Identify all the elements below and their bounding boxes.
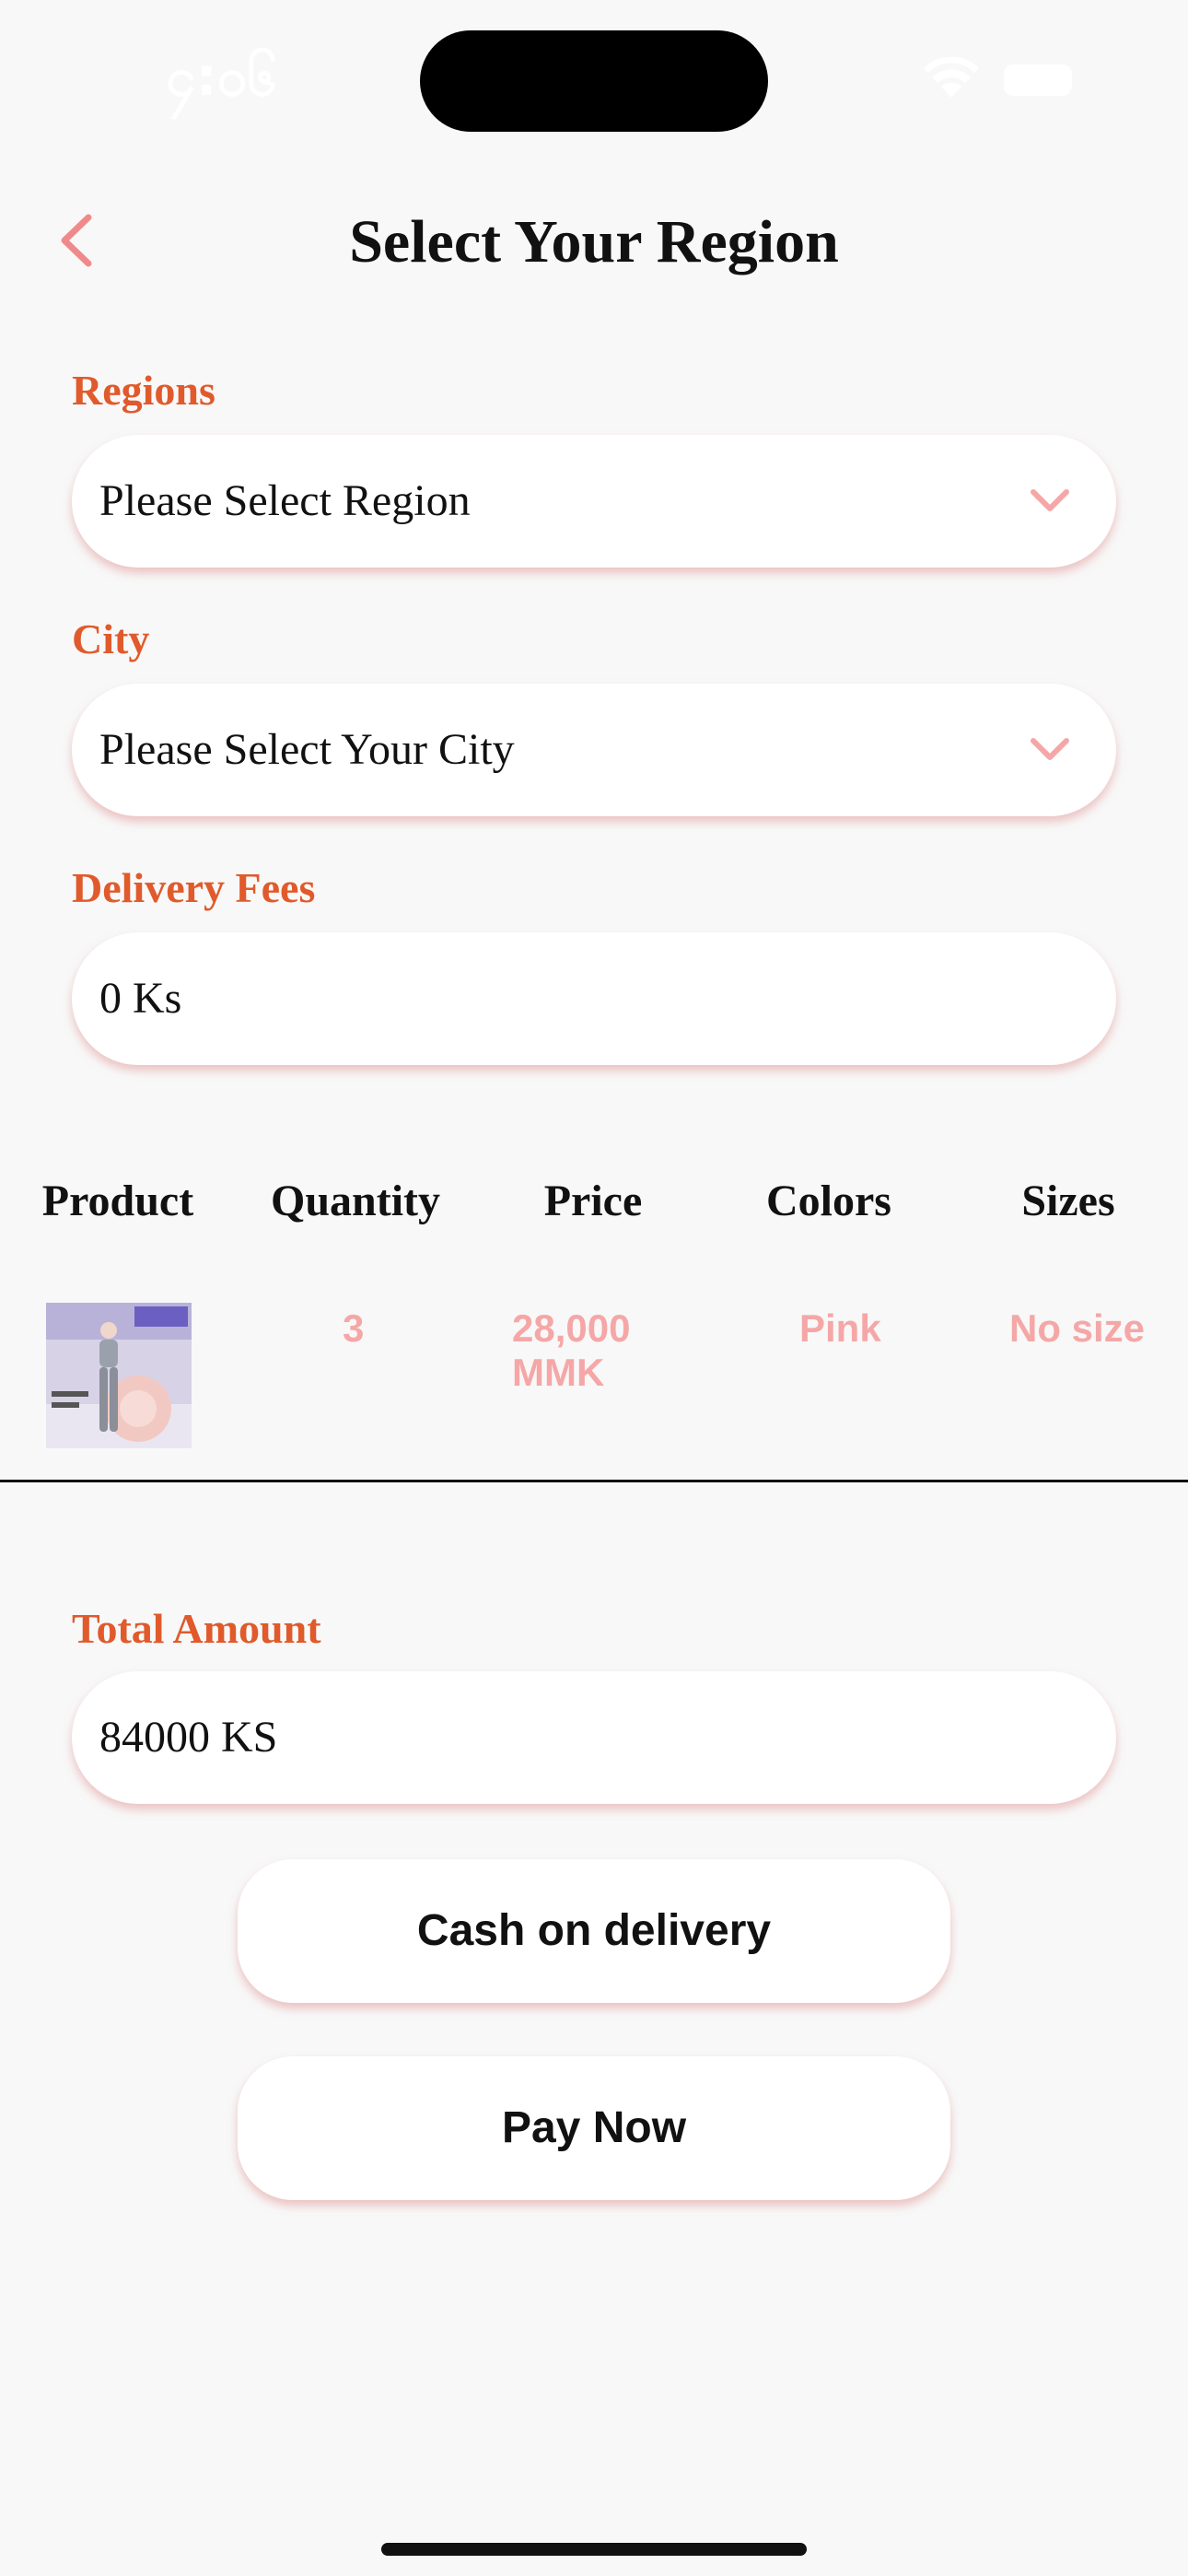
dynamic-island	[420, 30, 768, 132]
regions-label: Regions	[72, 367, 215, 414]
city-label: City	[72, 615, 150, 662]
region-select[interactable]: Please Select Region	[72, 435, 1116, 568]
delivery-fees-label: Delivery Fees	[72, 864, 316, 911]
battery-icon	[1004, 64, 1072, 96]
delivery-fees-field: 0 Ks	[72, 932, 1116, 1065]
home-indicator	[381, 2543, 807, 2556]
status-time: ၄:၀၆	[166, 45, 278, 108]
column-header-price: Price	[543, 1177, 643, 1225]
chevron-down-icon	[1030, 732, 1070, 768]
row-quantity: 3	[343, 1306, 365, 1350]
column-header-colors: Colors	[766, 1177, 891, 1225]
column-header-quantity: Quantity	[270, 1177, 441, 1225]
region-select-value: Please Select Region	[99, 476, 471, 525]
pay-now-button[interactable]: Pay Now	[238, 2056, 950, 2200]
product-thumbnail	[46, 1303, 192, 1448]
row-price-currency: MMK	[512, 1351, 605, 1394]
column-header-product: Product	[41, 1177, 194, 1225]
page-title: Select Your Region	[349, 208, 839, 275]
row-price-amount: 28,000	[512, 1306, 631, 1350]
column-header-sizes: Sizes	[1021, 1177, 1115, 1225]
row-size: No size	[1009, 1306, 1146, 1350]
city-select[interactable]: Please Select Your City	[72, 684, 1116, 816]
total-amount-value: 84000 KS	[99, 1713, 278, 1762]
cash-on-delivery-button[interactable]: Cash on delivery	[238, 1859, 950, 2003]
table-divider	[0, 1480, 1188, 1482]
delivery-fees-value: 0 Ks	[99, 974, 182, 1023]
city-select-value: Please Select Your City	[99, 725, 515, 774]
total-amount-label: Total Amount	[72, 1605, 321, 1652]
total-amount-field: 84000 KS	[72, 1671, 1116, 1804]
chevron-down-icon	[1030, 483, 1070, 520]
row-color: Pink	[799, 1306, 881, 1350]
wifi-icon	[923, 56, 980, 104]
